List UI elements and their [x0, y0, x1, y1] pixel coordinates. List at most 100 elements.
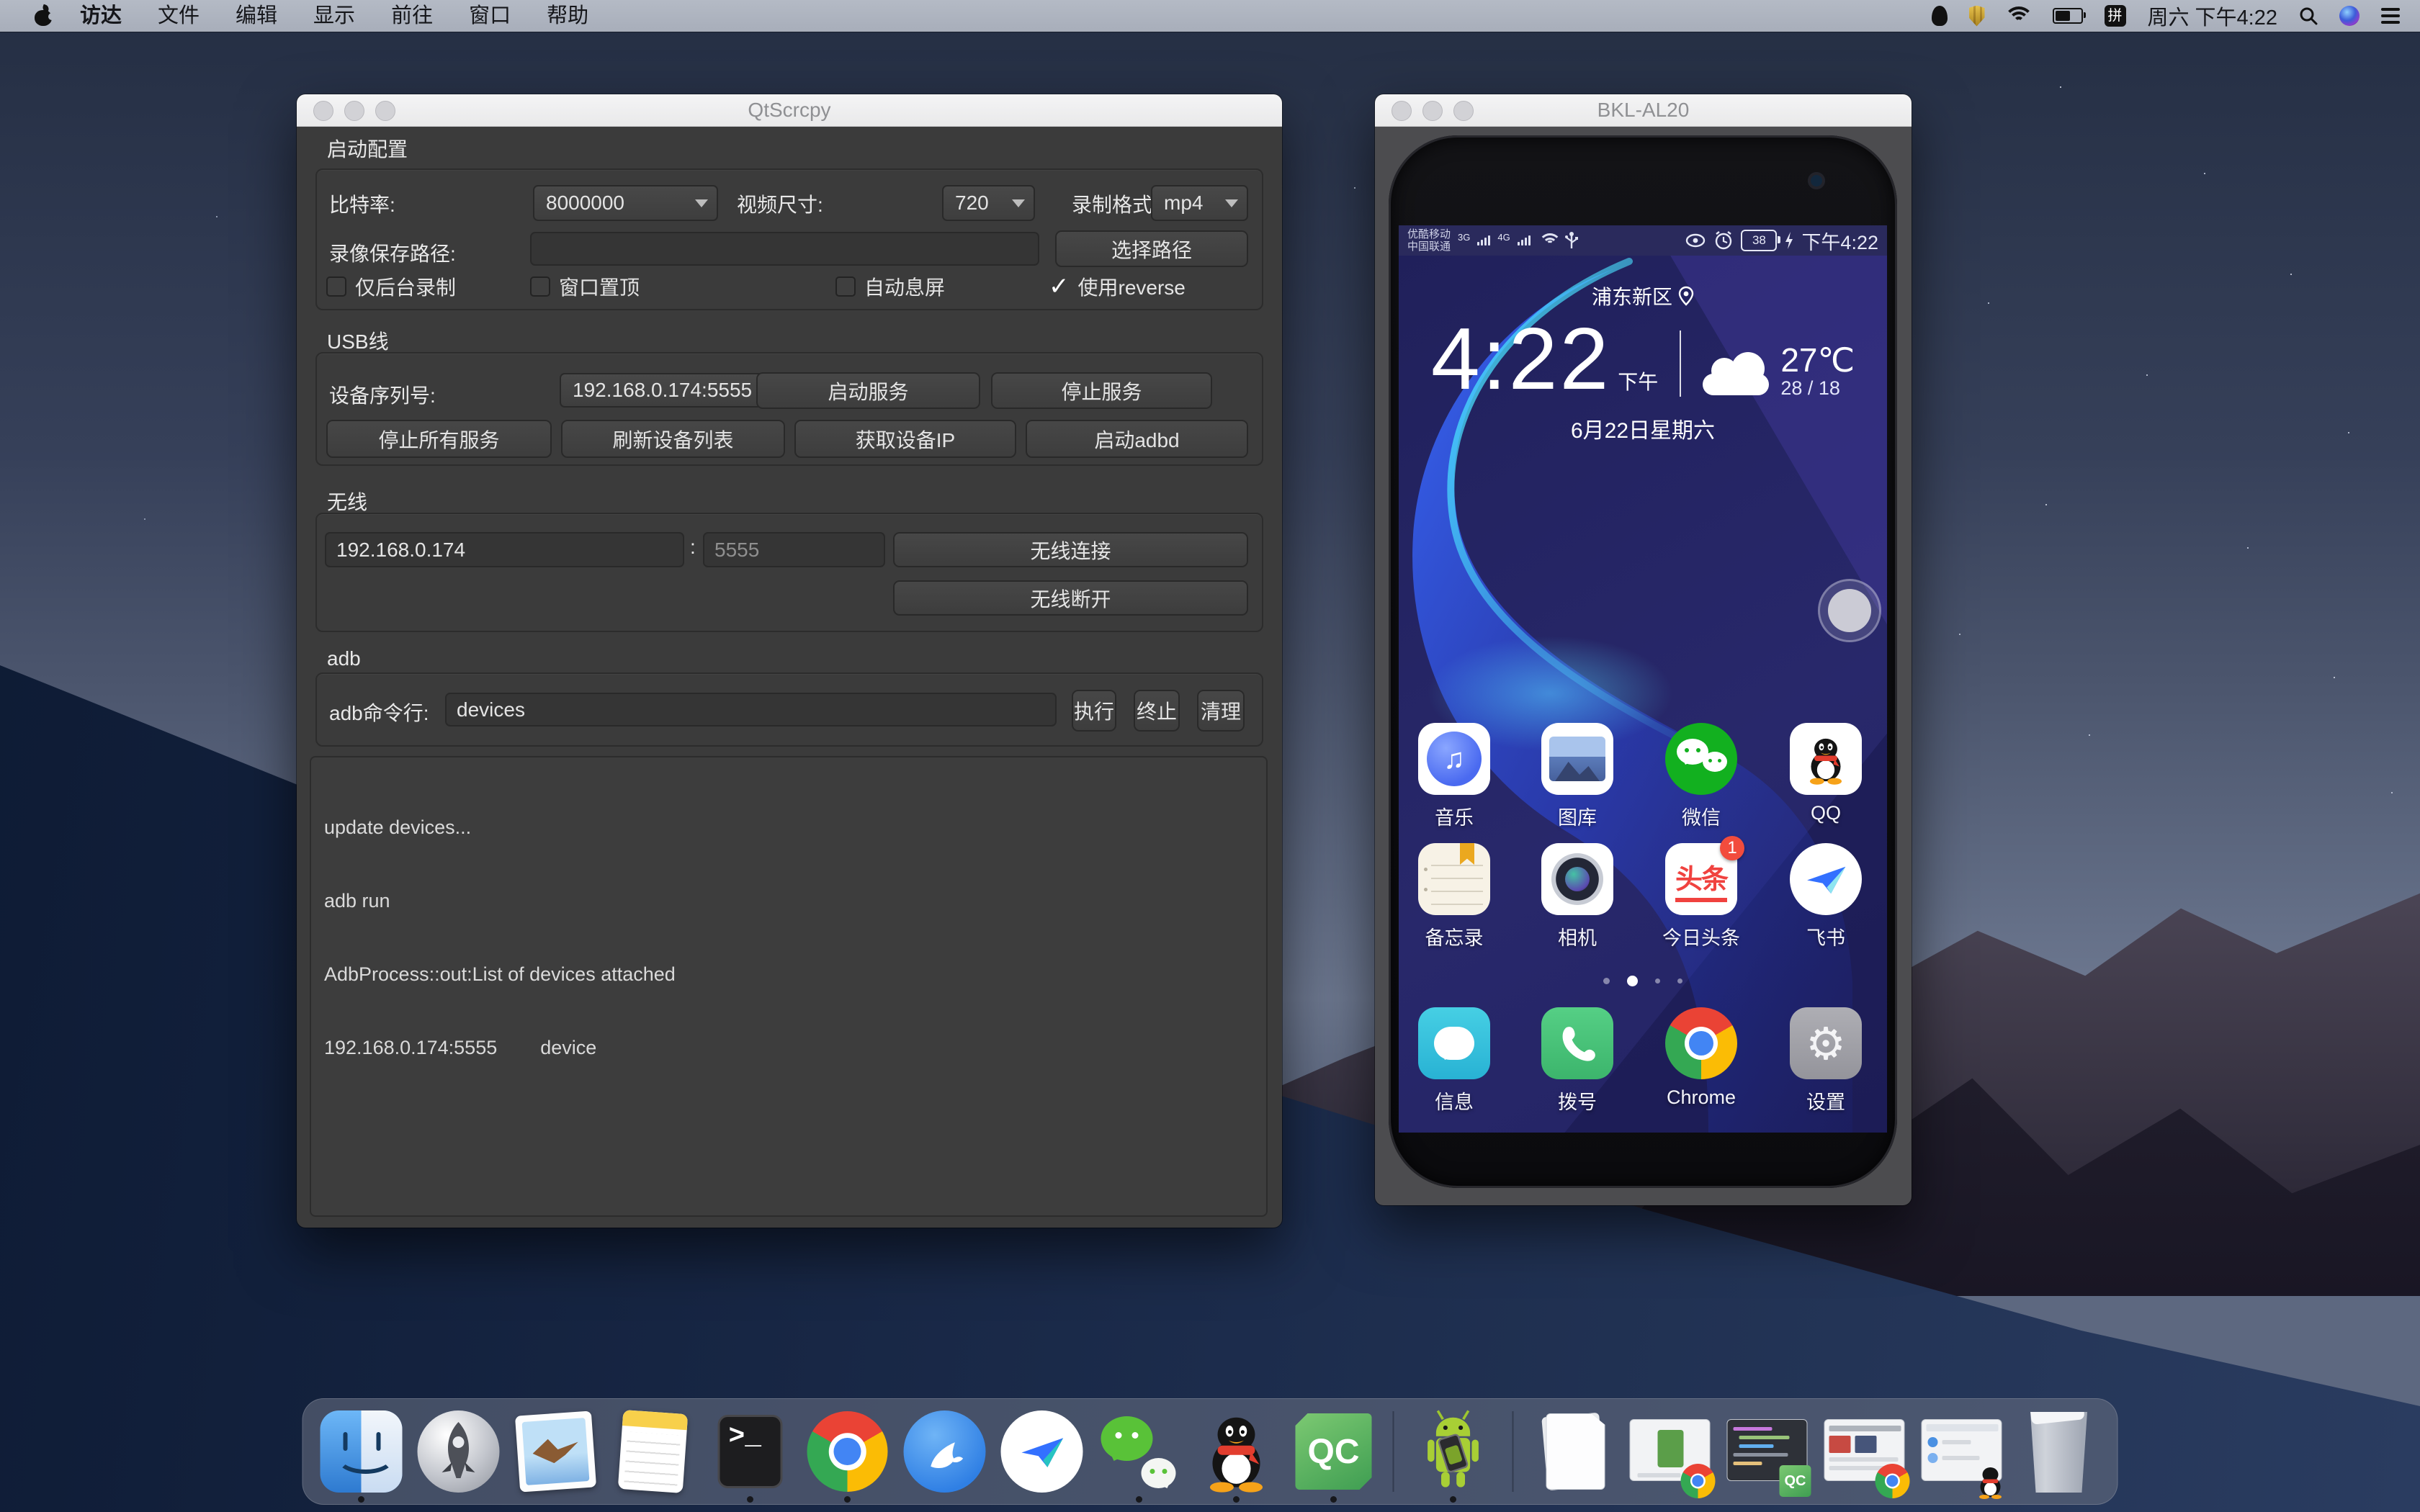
start-adbd-button[interactable]: 启动adbd — [1026, 420, 1248, 458]
dock-qq[interactable] — [1194, 1409, 1279, 1494]
app-music[interactable]: ♫ 音乐 — [1399, 723, 1515, 830]
clock-weather-widget[interactable]: 浦东新区 4:22 下午 27℃ 28 / 18 6月22 — [1399, 282, 1887, 444]
wechat-small-bubble — [1142, 1458, 1176, 1488]
dock-terminal[interactable]: >_ — [708, 1409, 793, 1494]
running-indicator — [747, 1496, 753, 1503]
dock-chrome[interactable] — [805, 1409, 890, 1494]
device-serial-select[interactable]: 192.168.0.174:5555 — [560, 373, 780, 408]
app-label: Chrome — [1640, 1086, 1762, 1109]
dock-minimized-window-chrome[interactable] — [1628, 1409, 1713, 1494]
app-memo[interactable]: 备忘录 — [1399, 843, 1515, 950]
menu-item-help[interactable]: 帮助 — [529, 0, 606, 32]
dock-finder[interactable] — [319, 1409, 404, 1494]
wifi-icon[interactable] — [2007, 6, 2031, 25]
menu-item-file[interactable]: 文件 — [140, 0, 218, 32]
app-messages[interactable]: 信息 — [1399, 1007, 1515, 1115]
dock-qtcreator[interactable]: QC — [1291, 1409, 1376, 1494]
notification-badge: 1 — [1720, 836, 1744, 860]
start-service-button[interactable]: 启动服务 — [756, 372, 980, 409]
minimize-button[interactable] — [344, 101, 364, 121]
dock-feishu[interactable] — [1000, 1409, 1085, 1494]
notification-center-icon[interactable] — [2381, 8, 2400, 24]
assistive-touch-button[interactable] — [1828, 589, 1871, 632]
window-title: BKL-AL20 — [1597, 99, 1690, 122]
dock-document-stack[interactable] — [1531, 1409, 1615, 1494]
adb-run-button[interactable]: 执行 — [1072, 690, 1116, 732]
menu-bar-clock[interactable]: 周六 下午4:22 — [2148, 1, 2278, 31]
app-settings[interactable]: ⚙ 设置 — [1765, 1007, 1887, 1115]
wireless-ip-input[interactable] — [325, 532, 684, 567]
wireless-connect-button[interactable]: 无线连接 — [893, 532, 1248, 567]
widget-high-low: 28 / 18 — [1780, 377, 1855, 400]
wireless-disconnect-button[interactable]: 无线断开 — [893, 580, 1248, 616]
refresh-devices-button[interactable]: 刷新设备列表 — [561, 420, 785, 458]
stop-service-button[interactable]: 停止服务 — [991, 372, 1212, 409]
security-shield-icon[interactable] — [1969, 6, 1985, 27]
battery-icon[interactable] — [2053, 8, 2083, 24]
bitrate-select[interactable]: 8000000 — [533, 185, 718, 221]
video-size-select[interactable]: 720 — [942, 185, 1035, 221]
menu-item-view[interactable]: 显示 — [295, 0, 373, 32]
menu-item-finder[interactable]: 访达 — [62, 0, 140, 32]
stop-all-services-button[interactable]: 停止所有服务 — [326, 420, 552, 458]
checkbox-window-on-top[interactable]: 窗口置顶 — [530, 275, 640, 298]
menu-item-window[interactable]: 窗口 — [451, 0, 529, 32]
zoom-button[interactable] — [1453, 101, 1474, 121]
log-line: adb run — [324, 888, 1253, 913]
group-launch-config: 比特率: 8000000 视频尺寸: 720 录制格式: mp4 录像保存路径:… — [315, 168, 1263, 310]
app-toutiao[interactable]: 头条 1 今日头条 — [1640, 843, 1762, 950]
dock-launchpad[interactable] — [416, 1409, 501, 1494]
siri-icon[interactable] — [2339, 6, 2360, 26]
widget-temperature: 27℃ — [1780, 343, 1855, 377]
dock-blue-seal-app[interactable] — [902, 1409, 987, 1494]
wireless-port-input[interactable] — [703, 532, 885, 567]
close-button[interactable] — [313, 101, 333, 121]
minimize-button[interactable] — [1422, 101, 1443, 121]
menu-item-go[interactable]: 前往 — [373, 0, 451, 32]
app-feishu[interactable]: 飞书 — [1765, 843, 1887, 950]
group-adb: adb命令行: 执行 终止 清理 — [315, 672, 1263, 747]
battery-icon: 38 — [1741, 230, 1777, 251]
zoom-button[interactable] — [375, 101, 395, 121]
qq-penguin-icon[interactable] — [1932, 6, 1948, 26]
adb-cmd-input[interactable] — [445, 693, 1057, 726]
input-method-icon[interactable]: 拼 — [2105, 5, 2126, 27]
usb-icon — [1565, 231, 1578, 250]
choose-path-button[interactable]: 选择路径 — [1055, 230, 1248, 267]
checkbox-auto-screen-off[interactable]: 自动息屏 — [835, 275, 945, 298]
app-wechat[interactable]: 微信 — [1640, 723, 1762, 830]
alarm-icon — [1713, 230, 1734, 251]
dock-qtscrcpy[interactable] — [1411, 1409, 1496, 1494]
checkbox-use-reverse[interactable]: ✓ 使用reverse — [1049, 275, 1186, 298]
adb-stop-button[interactable]: 终止 — [1134, 690, 1180, 732]
adb-log-output[interactable]: update devices... adb run AdbProcess::ou… — [310, 756, 1268, 1217]
desktop: 访达 文件 编辑 显示 前往 窗口 帮助 拼 周六 下午4:22 — [0, 0, 2420, 1512]
dock-trash[interactable] — [2017, 1409, 2102, 1494]
menu-item-edit[interactable]: 编辑 — [218, 0, 295, 32]
dock-notes[interactable] — [611, 1409, 696, 1494]
adb-clear-button[interactable]: 清理 — [1197, 690, 1245, 732]
dock-mail[interactable] — [514, 1409, 599, 1494]
app-chrome[interactable]: Chrome — [1640, 1007, 1762, 1109]
rocket-icon — [434, 1419, 484, 1484]
app-gallery[interactable]: 图库 — [1516, 723, 1639, 830]
dock-wechat[interactable] — [1097, 1409, 1182, 1494]
dock-minimized-window-chrome-2[interactable] — [1822, 1409, 1907, 1494]
app-qq[interactable]: QQ — [1765, 723, 1887, 824]
phone-window-titlebar[interactable]: BKL-AL20 — [1375, 94, 1912, 127]
serial-label: 设备序列号: — [329, 380, 436, 409]
phone-screen[interactable]: 优酷移动 中国联通 3G 4G — [1399, 225, 1887, 1133]
dock-minimized-window-qq[interactable] — [1919, 1409, 2004, 1494]
format-select[interactable]: mp4 — [1151, 185, 1248, 221]
qtscrcpy-titlebar[interactable]: QtScrcpy — [297, 94, 1282, 127]
spotlight-search-icon[interactable] — [2299, 6, 2318, 25]
dock-minimized-window-qtcreator[interactable]: QC — [1725, 1409, 1810, 1494]
apple-menu-icon[interactable] — [35, 6, 52, 26]
get-device-ip-button[interactable]: 获取设备IP — [794, 420, 1016, 458]
checkbox-background-record[interactable]: 仅后台录制 — [326, 275, 456, 298]
app-camera[interactable]: 相机 — [1516, 843, 1639, 950]
cloud-icon — [1703, 352, 1769, 395]
record-path-input[interactable] — [530, 232, 1039, 266]
app-dialer[interactable]: 拨号 — [1516, 1007, 1639, 1115]
close-button[interactable] — [1392, 101, 1412, 121]
